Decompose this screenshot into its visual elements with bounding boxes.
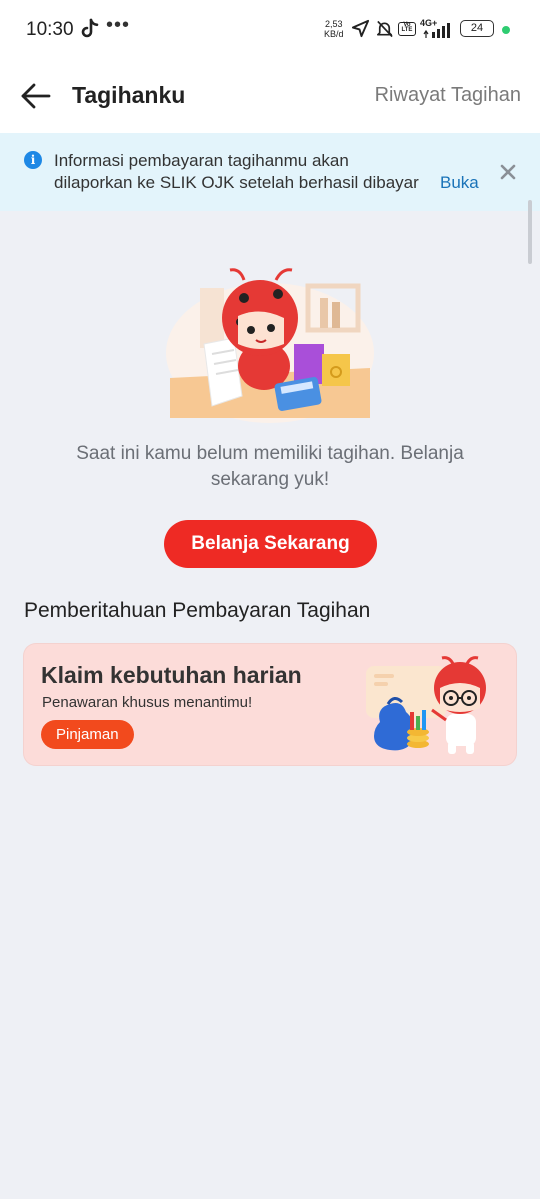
empty-bill-illustration — [166, 268, 374, 423]
network-speed: 2,53 KB/d — [324, 19, 344, 39]
back-arrow-icon[interactable] — [20, 82, 52, 110]
bill-history-link[interactable]: Riwayat Tagihan — [375, 84, 521, 107]
info-banner-line-2: dilaporkan ke SLIK OJK setelah berhasil … — [54, 173, 419, 192]
status-bar: 10:30 ••• 2,53 KB/d Vo LTE 4G+ 24 — [0, 0, 540, 60]
info-banner: i Informasi pembayaran tagihanmu akan di… — [0, 133, 540, 211]
app-header: Tagihanku Riwayat Tagihan — [0, 60, 540, 133]
more-dots-icon: ••• — [106, 14, 131, 36]
page-title: Tagihanku — [72, 82, 186, 108]
loan-tag-button[interactable]: Pinjaman — [41, 720, 134, 749]
privacy-indicator-dot — [502, 26, 510, 34]
status-time: 10:30 — [26, 19, 74, 40]
volte-badge: Vo LTE — [398, 22, 416, 36]
volte-label: Vo LTE — [401, 22, 413, 33]
bell-off-icon — [376, 20, 393, 38]
promo-subtitle: Penawaran khusus menantimu! — [42, 694, 253, 711]
info-banner-line-1: Informasi pembayaran tagihanmu akan — [54, 151, 349, 170]
battery-level: 24 — [470, 22, 484, 34]
loan-mascot-illustration — [366, 656, 486, 754]
tiktok-icon — [81, 18, 99, 38]
info-banner-open-link[interactable]: Buka — [440, 173, 479, 193]
close-icon[interactable] — [499, 163, 517, 181]
location-arrow-icon — [351, 19, 370, 38]
signal-icon — [423, 23, 450, 38]
network-speed-value: 2,53 — [324, 19, 343, 29]
info-icon: i — [24, 151, 42, 169]
loan-promo-card[interactable]: Klaim kebutuhan harian Penawaran khusus … — [24, 644, 516, 765]
promo-title: Klaim kebutuhan harian — [41, 662, 302, 688]
payment-notice-title: Pemberitahuan Pembayaran Tagihan — [24, 599, 371, 622]
empty-state-message: Saat ini kamu belum memiliki tagihan. Be… — [76, 443, 464, 490]
battery-icon: 24 — [460, 20, 494, 37]
info-banner-text: Informasi pembayaran tagihanmu akan dila… — [54, 150, 430, 194]
shop-now-button[interactable]: Belanja Sekarang — [164, 520, 377, 568]
network-speed-unit: KB/d — [324, 29, 344, 39]
scrollbar[interactable] — [528, 200, 532, 264]
